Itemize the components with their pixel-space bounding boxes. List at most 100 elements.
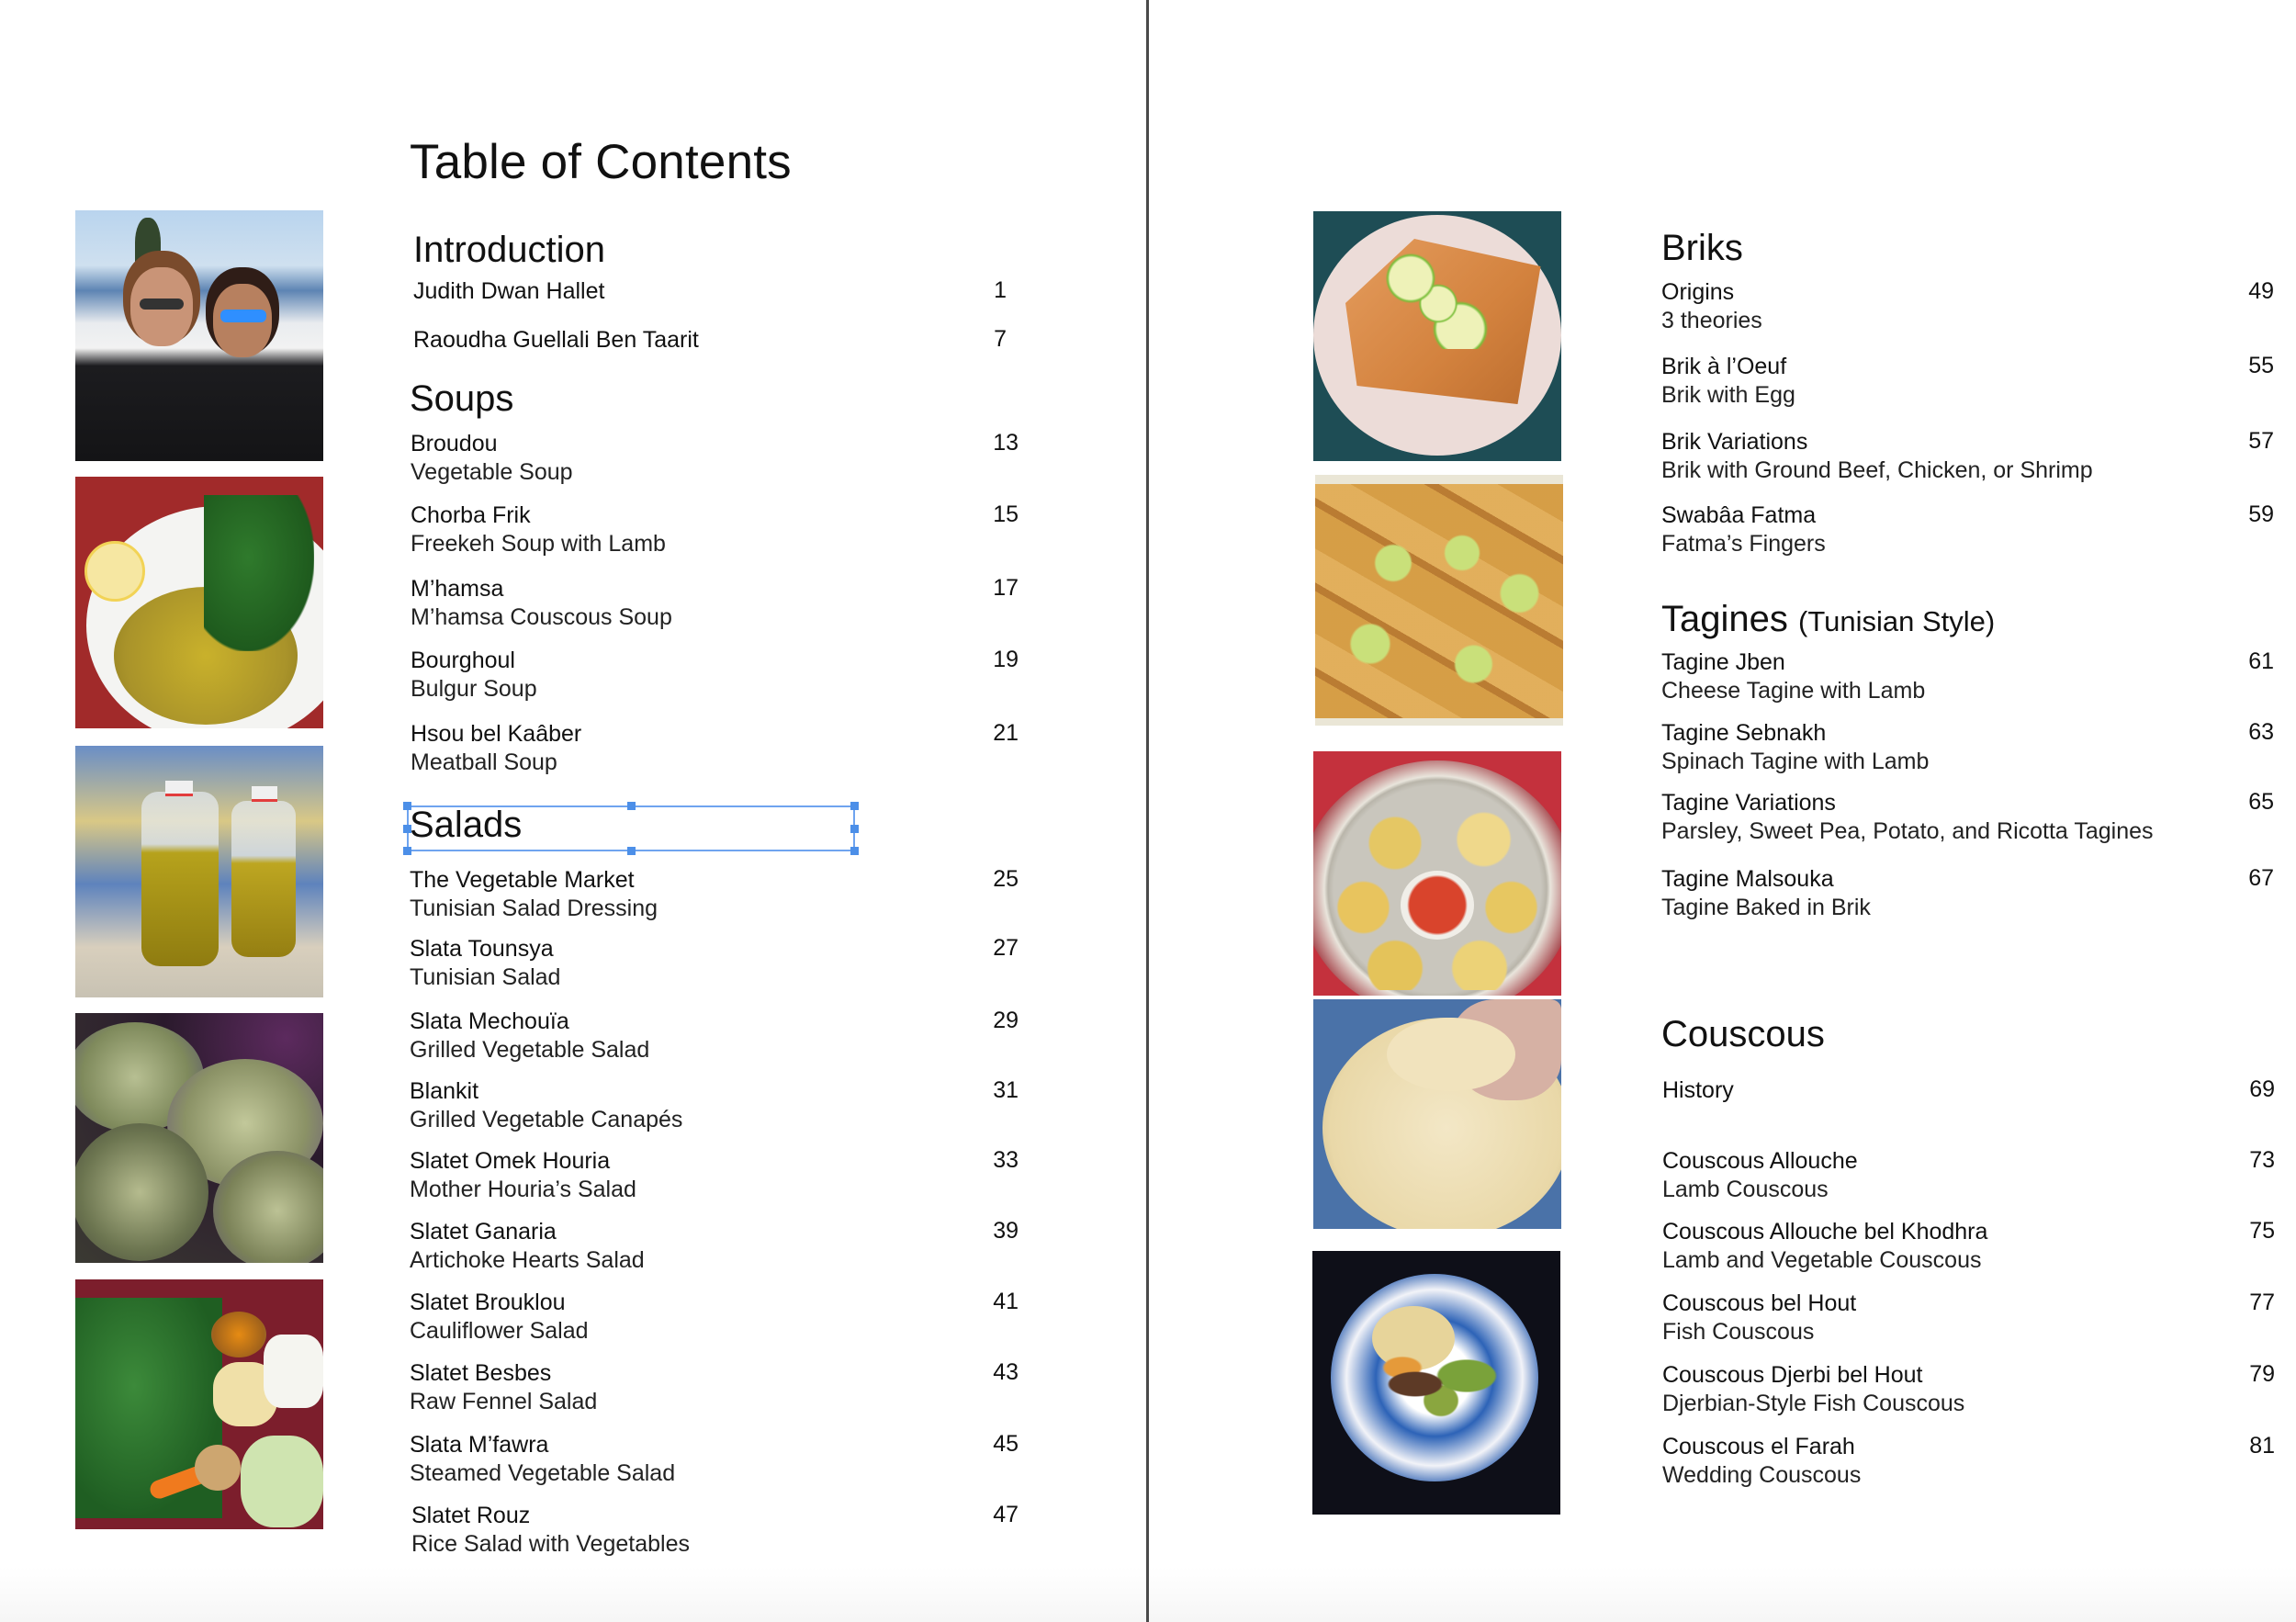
section-heading-briks[interactable]: Briks	[1661, 228, 1743, 269]
resize-handle-bottom-right[interactable]	[850, 847, 859, 855]
toc-entry[interactable]: Slata Tounsya Tunisian Salad	[410, 935, 560, 992]
entry-title: Tagine Malsouka	[1661, 866, 1834, 892]
entry-title: Raoudha Guellali Ben Taarit	[413, 327, 699, 353]
resize-handle-middle-left[interactable]	[403, 825, 411, 833]
toc-entry[interactable]: Slatet Ganaria Artichoke Hearts Salad	[410, 1218, 645, 1275]
page-number: 47	[993, 1502, 1019, 1527]
toc-entry[interactable]: History	[1662, 1076, 1734, 1105]
entry-title: The Vegetable Market	[410, 867, 635, 893]
section-heading-tagines[interactable]: Tagines (Tunisian Style)	[1661, 599, 1995, 640]
entry-title: Slatet Omek Houria	[410, 1148, 611, 1174]
toc-entry[interactable]: Couscous Djerbi bel Hout Djerbian-Style F…	[1662, 1361, 1964, 1418]
entry-subtitle: Djerbian-Style Fish Couscous	[1662, 1391, 1965, 1416]
sauce-bowl	[1401, 871, 1474, 940]
toc-entry[interactable]: Tagine Variations Parsley, Sweet Pea, Pot…	[1661, 789, 2154, 846]
toc-entry[interactable]: Blankit Grilled Vegetable Canapés	[410, 1077, 682, 1134]
entry-subtitle: Spinach Tagine with Lamb	[1661, 749, 1930, 774]
toc-entry[interactable]: Slatet Omek Houria Mother Houria’s Salad	[410, 1147, 636, 1204]
photo-tagine[interactable]	[1313, 751, 1561, 996]
resize-handle-middle-right[interactable]	[850, 825, 859, 833]
right-page: Briks Origins 3 theories 49 Brik à l’Oeuf Br…	[1149, 0, 2296, 1622]
entry-title: Brik Variations	[1661, 429, 1808, 455]
entry-subtitle: Artichoke Hearts Salad	[410, 1247, 645, 1273]
photo-authors[interactable]	[75, 210, 323, 461]
toc-entry[interactable]: Brik Variations Brik with Ground Beef, Ch…	[1661, 428, 2093, 485]
entry-title: Couscous bel Hout	[1662, 1290, 1857, 1316]
entry-title: Broudou	[411, 431, 498, 456]
sunglasses-blue	[220, 310, 266, 322]
bottle-right	[231, 801, 296, 957]
toc-entry[interactable]: The Vegetable Market Tunisian Salad Dress…	[410, 866, 658, 923]
toc-entry[interactable]: Couscous Allouche Lamb Couscous	[1662, 1147, 1858, 1204]
toc-entry[interactable]: Bourghoul Bulgur Soup	[411, 647, 537, 704]
entry-subtitle: Mother Houria’s Salad	[410, 1177, 636, 1202]
toc-entry[interactable]: Slatet Besbes Raw Fennel Salad	[410, 1359, 597, 1416]
photo-couscous-plate[interactable]	[1312, 1251, 1560, 1515]
greens	[75, 1298, 222, 1518]
toc-entry[interactable]: Tagine Sebnakh Spinach Tagine with Lamb	[1661, 719, 1929, 776]
chickpeas	[195, 1445, 241, 1491]
toc-entry[interactable]: Tagine Jben Cheese Tagine with Lamb	[1661, 648, 1925, 705]
entry-title: Couscous Allouche	[1662, 1148, 1858, 1174]
page-number: 17	[993, 575, 1019, 601]
toc-entry[interactable]: M’hamsa M’hamsa Couscous Soup	[411, 575, 672, 632]
entry-title: Tagine Jben	[1661, 649, 1785, 675]
photo-soup[interactable]	[75, 477, 323, 728]
toc-entry[interactable]: Slatet Brouklou Cauliflower Salad	[410, 1289, 589, 1346]
entry-title: Slatet Rouz	[411, 1503, 531, 1528]
toc-entry[interactable]: Slatet Rouz Rice Salad with Vegetables	[411, 1502, 690, 1559]
entry-title: Couscous el Farah	[1662, 1434, 1855, 1459]
toc-entry[interactable]: Couscous el Farah Wedding Couscous	[1662, 1433, 1861, 1490]
resize-handle-top-right[interactable]	[850, 802, 859, 810]
photo-olive-oil[interactable]	[75, 746, 323, 997]
photo-couscous-grain[interactable]	[1313, 999, 1561, 1229]
selected-text-box-outline[interactable]	[403, 802, 859, 855]
entry-title: Judith Dwan Hallet	[413, 278, 605, 304]
toc-entry[interactable]: Chorba Frik Freekeh Soup with Lamb	[411, 501, 666, 558]
toc-entry[interactable]: Slata M’fawra Steamed Vegetable Salad	[410, 1431, 675, 1488]
toc-entry[interactable]: Broudou Vegetable Soup	[411, 430, 573, 487]
couscous-handful	[1387, 1018, 1515, 1091]
toc-entry[interactable]: Slata Mechouïa Grilled Vegetable Salad	[410, 1008, 649, 1064]
page-number: 77	[2249, 1290, 2275, 1315]
tree-shape	[135, 218, 161, 273]
toc-entry[interactable]: Tagine Malsouka Tagine Baked in Brik	[1661, 865, 1871, 922]
photo-brik-fingers[interactable]	[1315, 475, 1563, 726]
toc-entry[interactable]: Hsou bel Kaâber Meatball Soup	[411, 720, 581, 777]
tagines-heading-subtext: (Tunisian Style)	[1798, 605, 1996, 637]
lime-slices	[1324, 502, 1554, 704]
page-number: 63	[2248, 719, 2274, 745]
photo-artichokes[interactable]	[75, 1013, 323, 1263]
photo-brik[interactable]	[1313, 211, 1561, 461]
section-heading-introduction[interactable]: Introduction	[413, 230, 605, 271]
toc-entry[interactable]: Couscous Allouche bel Khodhra Lamb and Ve…	[1662, 1218, 1987, 1275]
page-number: 41	[993, 1289, 1019, 1314]
toc-entry[interactable]: Couscous bel Hout Fish Couscous	[1662, 1290, 1856, 1346]
resize-handle-top-center[interactable]	[627, 802, 636, 810]
entry-title: Slatet Ganaria	[410, 1219, 557, 1245]
entry-title: Couscous Djerbi bel Hout	[1662, 1362, 1923, 1388]
entry-subtitle: Freekeh Soup with Lamb	[411, 531, 666, 557]
toc-entry[interactable]: Swabâa Fatma Fatma’s Fingers	[1661, 501, 1826, 558]
entry-title: Slatet Besbes	[410, 1360, 552, 1386]
entry-subtitle: Meatball Soup	[411, 749, 557, 775]
resize-handle-bottom-center[interactable]	[627, 847, 636, 855]
page-title[interactable]: Table of Contents	[410, 134, 792, 190]
photo-vegetables[interactable]	[75, 1279, 323, 1529]
section-heading-soups[interactable]: Soups	[410, 378, 513, 420]
toc-entry[interactable]: Brik à l’Oeuf Brik with Egg	[1661, 353, 1795, 410]
page-number: 15	[993, 501, 1019, 527]
section-heading-couscous[interactable]: Couscous	[1661, 1014, 1825, 1055]
resize-handle-bottom-left[interactable]	[403, 847, 411, 855]
entry-subtitle: Cauliflower Salad	[410, 1318, 589, 1344]
page-number: 55	[2248, 353, 2274, 378]
page-number: 27	[993, 935, 1019, 961]
toc-entry[interactable]: Origins 3 theories	[1661, 278, 1762, 335]
entry-subtitle: Parsley, Sweet Pea, Potato, and Ricotta …	[1661, 818, 2154, 844]
spice-bowl	[211, 1312, 266, 1357]
entry-title: Slata Tounsya	[410, 936, 554, 962]
toc-entry[interactable]: Raoudha Guellali Ben Taarit	[413, 326, 699, 355]
entry-subtitle: Wedding Couscous	[1662, 1462, 1862, 1488]
toc-entry[interactable]: Judith Dwan Hallet	[413, 277, 604, 306]
resize-handle-top-left[interactable]	[403, 802, 411, 810]
